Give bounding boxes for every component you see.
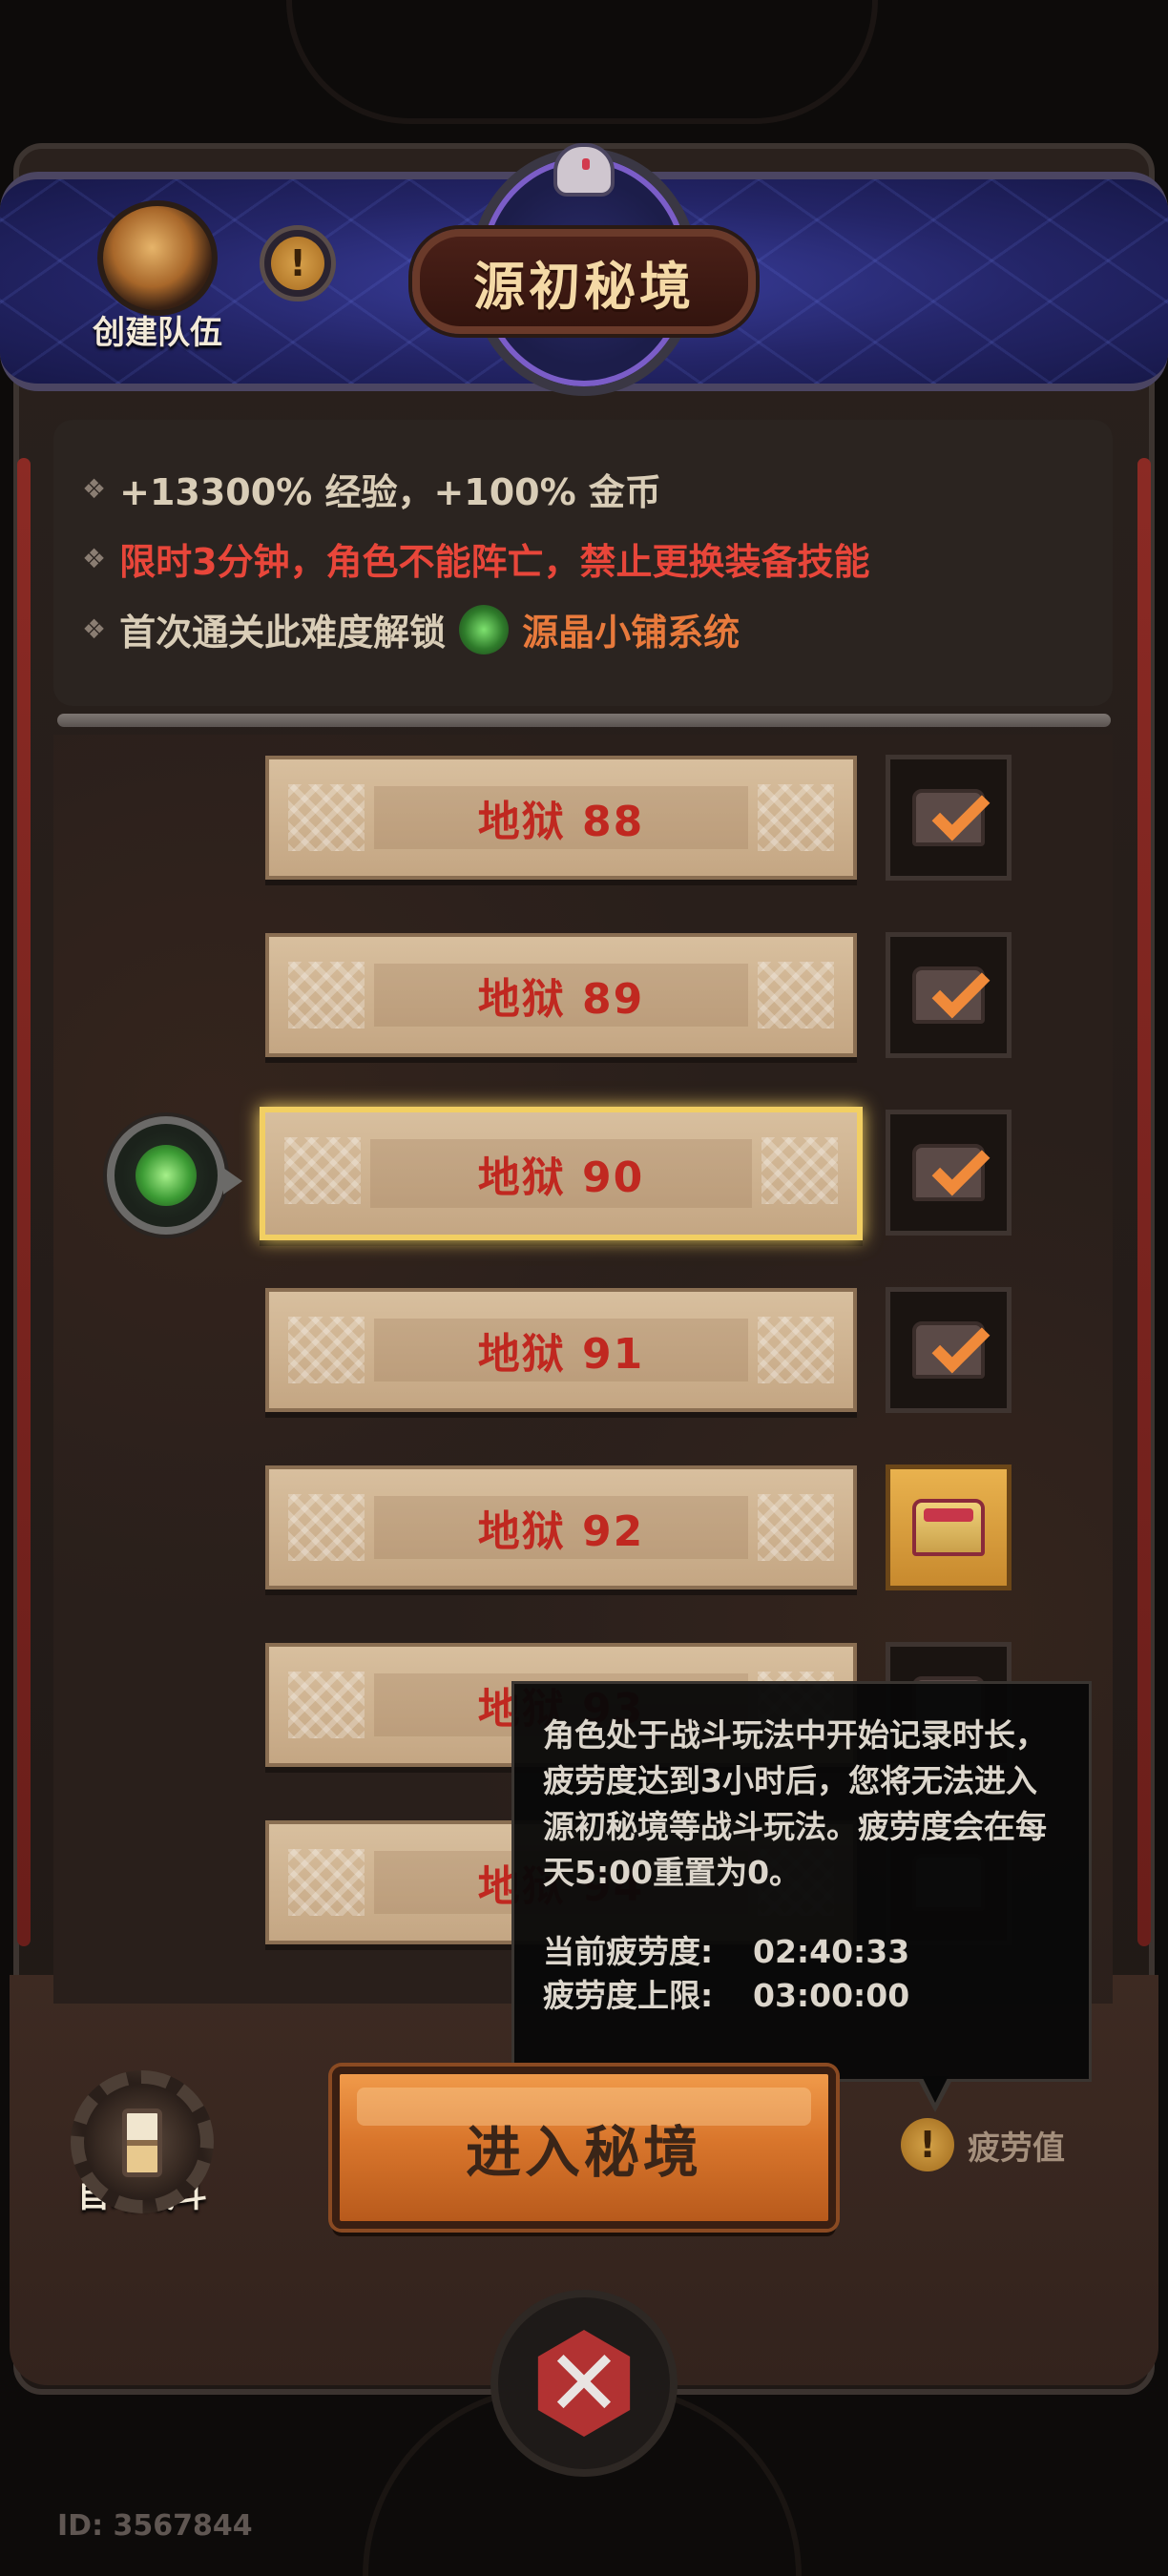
level-label: 地狱 89 [477, 975, 645, 1024]
bonus-line-rules: ❖ 限时3分钟，角色不能阵亡，禁止更换装备技能 [82, 532, 870, 585]
level-label: 地狱 92 [477, 1507, 645, 1556]
current-progress-marker [107, 1116, 242, 1235]
fatigue-label: 疲劳值 [968, 2129, 1065, 2168]
title-plate: 源初秘境 [412, 229, 756, 334]
hourglass-icon [122, 2109, 162, 2177]
create-team-button[interactable]: 创建队伍 [86, 200, 229, 353]
background-ornament [286, 0, 878, 124]
auto-battle-button[interactable]: 自动战斗 [61, 2070, 223, 2233]
shop-name: 源晶小铺系统 [522, 612, 740, 654]
enter-dungeon-label: 进入秘境 [465, 2120, 702, 2185]
level-button-88[interactable]: 地狱 88 [265, 756, 857, 880]
level-button-91[interactable]: 地狱 91 [265, 1288, 857, 1412]
bonus-line-text: 首次通关此难度解锁 [119, 612, 447, 654]
warning-icon: ! [901, 2118, 954, 2171]
info-button[interactable]: ! [260, 225, 336, 301]
level-label: 地狱 90 [477, 1153, 645, 1202]
level-button-90-selected[interactable]: 地狱 90 [260, 1107, 863, 1240]
right-rail [1137, 458, 1151, 1946]
fatigue-limit-label: 疲劳度上限: [543, 1977, 714, 2014]
bonus-line-text: +13300% 经验，+100% 金币 [119, 471, 661, 513]
chest-icon [912, 1499, 985, 1556]
level-label: 地狱 88 [477, 798, 645, 846]
left-rail [17, 458, 31, 1946]
level-button-89[interactable]: 地狱 89 [265, 933, 857, 1057]
source-crystal-icon [459, 604, 510, 654]
bonus-line-text: 限时3分钟，角色不能阵亡，禁止更换装备技能 [119, 541, 870, 583]
reward-chest-claimed[interactable] [886, 755, 1012, 881]
diamond-bullet-icon: ❖ [82, 613, 107, 645]
tooltip-pointer [918, 2076, 952, 2112]
crystal-icon [136, 1145, 197, 1206]
fatigue-tooltip: 角色处于战斗玩法中开始记录时长，疲劳度达到3小时后，您将无法进入源初秘境等战斗玩… [511, 1681, 1092, 2082]
diamond-bullet-icon: ❖ [82, 473, 107, 505]
info-icon: ! [271, 237, 324, 290]
close-button[interactable]: ✕ [490, 2290, 678, 2477]
skull-icon [553, 143, 615, 197]
current-fatigue-value: 02:40:33 [753, 1933, 910, 1970]
current-fatigue-row: 当前疲劳度: 02:40:33 [543, 1930, 1060, 1974]
close-icon: ✕ [537, 2330, 631, 2437]
user-id: ID: 3567844 [57, 2509, 253, 2543]
bonus-line-exp: ❖ +13300% 经验，+100% 金币 [82, 463, 661, 515]
divider [57, 714, 1111, 727]
level-label: 地狱 91 [477, 1330, 645, 1379]
create-team-label: 创建队伍 [93, 314, 222, 352]
bonus-line-unlock: ❖ 首次通关此难度解锁 源晶小铺系统 [82, 603, 740, 655]
level-button-92[interactable]: 地狱 92 [265, 1465, 857, 1589]
fatigue-limit-value: 03:00:00 [753, 1977, 910, 2014]
diamond-bullet-icon: ❖ [82, 543, 107, 574]
fatigue-limit-row: 疲劳度上限: 03:00:00 [543, 1974, 1060, 2018]
axe-icon [97, 200, 218, 316]
reward-chest-available[interactable] [886, 1465, 1012, 1590]
tooltip-description: 角色处于战斗玩法中开始记录时长，疲劳度达到3小时后，您将无法进入源初秘境等战斗玩… [543, 1716, 1047, 1891]
reward-chest-claimed[interactable] [886, 1287, 1012, 1413]
current-fatigue-label: 当前疲劳度: [543, 1933, 714, 1970]
gear-icon [71, 2070, 214, 2213]
page-title: 源初秘境 [473, 256, 695, 317]
enter-dungeon-button[interactable]: 进入秘境 [332, 2067, 836, 2229]
reward-chest-claimed[interactable] [886, 1110, 1012, 1236]
reward-chest-claimed[interactable] [886, 932, 1012, 1058]
fatigue-info-button[interactable]: ! 疲劳值 [901, 2118, 1065, 2171]
tooltip-stats: 当前疲劳度: 02:40:33 疲劳度上限: 03:00:00 [543, 1930, 1060, 2018]
